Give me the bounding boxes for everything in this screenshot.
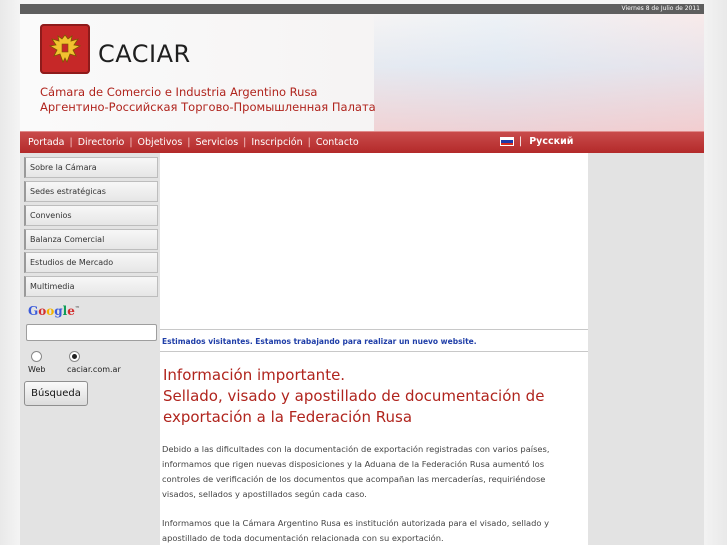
language-russian-link[interactable]: Русский [529, 136, 573, 147]
nav-contacto[interactable]: Contacto [316, 137, 359, 148]
sidebar-item-estudios-de-mercado[interactable]: Estudios de Mercado [24, 252, 158, 273]
nav-separator: | [307, 137, 311, 148]
nav-portada[interactable]: Portada [28, 137, 65, 148]
paragraph-1-line-1: Debido a las dificultades con la documen… [162, 444, 550, 454]
sidebar-item-balanza-comercial[interactable]: Balanza Comercial [24, 229, 158, 250]
main-content: Estimados visitantes. Estamos trabajando… [160, 153, 588, 545]
left-sidebar: Sobre la Cámara Sedes estratégicas Conve… [20, 153, 160, 545]
nav-inscripcion[interactable]: Inscripción [251, 137, 302, 148]
nav-separator: | [243, 137, 247, 148]
russia-flag-icon [500, 137, 514, 146]
site-header: CACIAR Cámara de Comercio e Industria Ar… [20, 14, 704, 131]
nav-directorio[interactable]: Directorio [78, 137, 125, 148]
nav-separator: | [187, 137, 191, 148]
site-notice: Estimados visitantes. Estamos trabajando… [162, 337, 477, 346]
paragraph-1-line-2: informamos que rigen nuevas disposicione… [162, 459, 545, 469]
brand-name: CACIAR [98, 40, 191, 68]
article-heading-line-3: exportación a la Federación Rusa [163, 408, 413, 426]
divider [160, 351, 588, 352]
radio-web-label: Web [28, 365, 46, 374]
lang-separator: | [519, 136, 523, 147]
google-logo: Google™ [28, 304, 80, 318]
double-headed-eagle-icon [48, 34, 82, 63]
search-input[interactable] [26, 324, 157, 341]
nav-objetivos[interactable]: Objetivos [138, 137, 183, 148]
article-heading-line-2: Sellado, visado y apostillado de documen… [163, 387, 545, 405]
subtitle-russian: Аргентино-Российская Торгово-Промышленна… [40, 100, 376, 114]
paragraph-1-line-3: controles de verificación de los documen… [162, 474, 546, 484]
paragraph-1-line-4: visados, sellados y apostillados según c… [162, 489, 367, 499]
radio-web[interactable] [31, 351, 42, 362]
sidebar-item-convenios[interactable]: Convenios [24, 205, 158, 226]
caciar-logo[interactable] [40, 24, 90, 74]
main-navigation: Portada | Directorio | Objetivos | Servi… [20, 131, 704, 153]
nav-servicios[interactable]: Servicios [196, 137, 239, 148]
sidebar-item-sobre-la-camara[interactable]: Sobre la Cámara [24, 157, 158, 178]
sidebar-item-multimedia[interactable]: Multimedia [24, 276, 158, 297]
current-date: Viernes 8 de Julio de 2011 [621, 5, 700, 12]
article-heading-line-1: Información importante. [163, 366, 346, 384]
right-column [588, 153, 704, 545]
subtitle-spanish: Cámara de Comercio e Industria Argentino… [40, 85, 318, 99]
top-date-bar: Viernes 8 de Julio de 2011 [20, 4, 704, 14]
paragraph-2-line-1: Informamos que la Cámara Argentino Rusa … [162, 518, 549, 528]
paragraph-2-line-2: apostillado de toda documentación relaci… [162, 533, 444, 543]
header-flag-background [374, 14, 704, 131]
radio-caciar[interactable] [69, 351, 80, 362]
radio-caciar-label: caciar.com.ar [67, 365, 121, 374]
nav-separator: | [129, 137, 133, 148]
sidebar-item-sedes-estrategicas[interactable]: Sedes estratégicas [24, 181, 158, 202]
language-switch[interactable]: | Русский [500, 136, 573, 147]
nav-menu: Portada | Directorio | Objetivos | Servi… [28, 137, 359, 148]
nav-separator: | [69, 137, 73, 148]
divider [160, 329, 588, 330]
search-button[interactable]: Búsqueda [24, 381, 88, 406]
